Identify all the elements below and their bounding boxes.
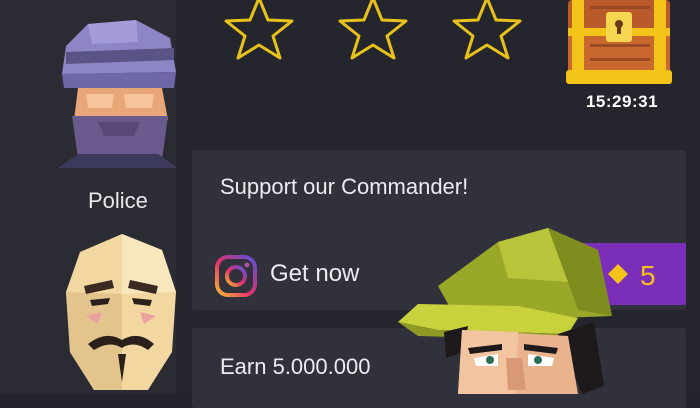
support-card-title: Support our Commander! xyxy=(220,174,469,199)
police-avatar-icon xyxy=(58,20,178,168)
commander-character xyxy=(398,228,612,394)
get-now-button[interactable]: Get now xyxy=(270,260,359,288)
treasure-chest-icon[interactable] xyxy=(566,0,672,86)
chest-timer: 15:29:31 xyxy=(585,92,659,111)
star-icon xyxy=(338,0,408,60)
earn-card-title: Earn 5.000.000 xyxy=(220,354,371,379)
police-label: Police xyxy=(88,188,148,213)
star-icon xyxy=(224,0,294,60)
star-icon xyxy=(452,0,522,60)
anonymous-mask-icon xyxy=(66,234,176,390)
reward-count: 5 xyxy=(640,260,656,291)
anonymous-mask-avatar[interactable] xyxy=(62,232,180,394)
instagram-icon[interactable] xyxy=(214,254,258,298)
police-avatar[interactable] xyxy=(58,8,178,168)
character-sidebar: Police xyxy=(0,0,178,394)
